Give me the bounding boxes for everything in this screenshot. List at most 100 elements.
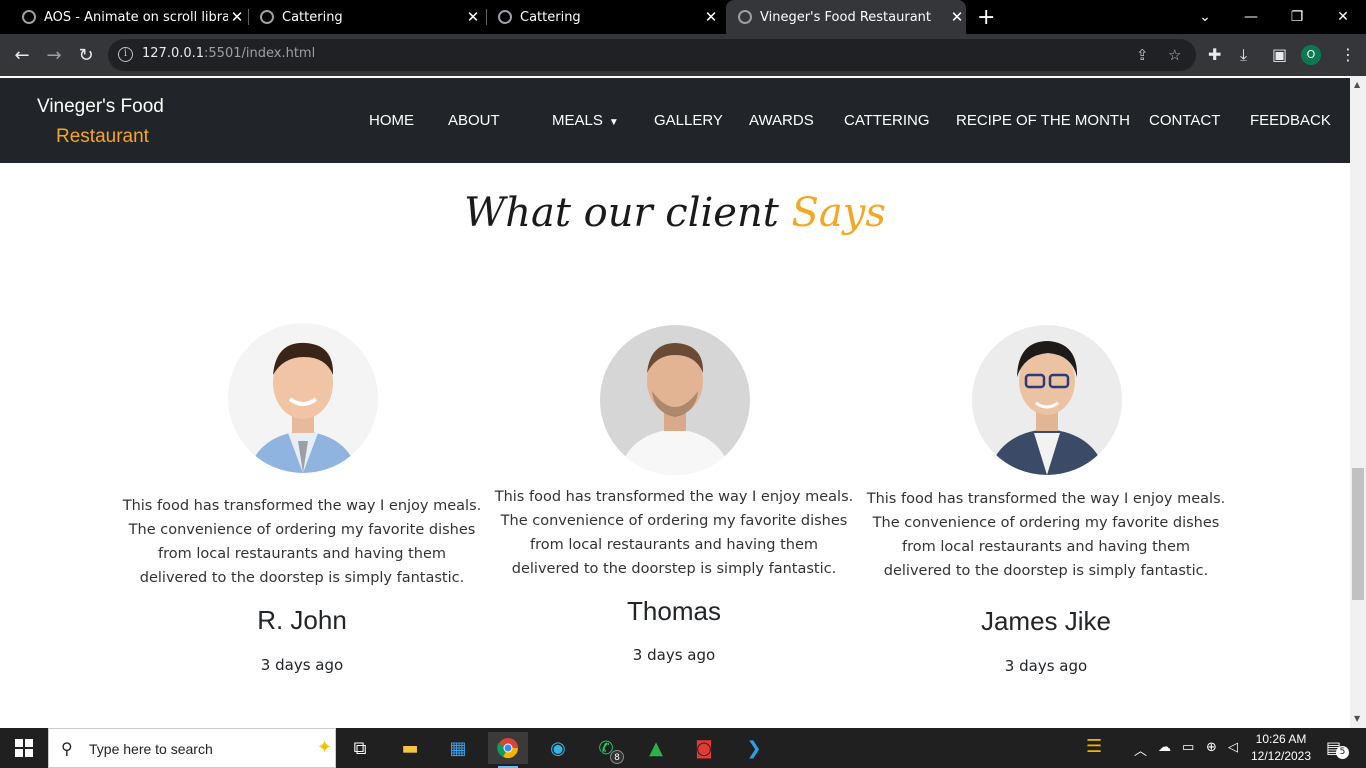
address-bar[interactable]: i 127.0.0.1:5501/index.html ⇪ ☆ bbox=[108, 39, 1196, 71]
testimonial-card: This food has transformed the way I enjo… bbox=[494, 323, 854, 683]
clock-time: 10:26 AM bbox=[1255, 732, 1307, 746]
chrome-icon[interactable] bbox=[488, 732, 528, 768]
browser-tab[interactable]: Cattering ✕ bbox=[252, 0, 482, 34]
nav-feedback[interactable]: FEEDBACK bbox=[1250, 112, 1331, 129]
taskbar-search[interactable]: ⚲ Type here to search ✦ bbox=[48, 728, 336, 768]
battery-icon[interactable]: ▭ bbox=[1182, 740, 1194, 755]
search-highlight-icon: ✦ bbox=[317, 737, 333, 758]
nav-meals[interactable]: MEALS ▼ bbox=[552, 112, 619, 129]
testimonial-quote: This food has transformed the way I enjo… bbox=[866, 491, 1226, 579]
browser-toolbar: ← → ↻ i 127.0.0.1:5501/index.html ⇪ ☆ ✚ … bbox=[0, 34, 1366, 76]
task-view-icon[interactable]: ⧉ bbox=[340, 732, 380, 764]
tab-title: Vineger's Food Restaurant bbox=[760, 9, 932, 25]
review-time: 3 days ago bbox=[632, 646, 716, 664]
web-page: Vineger's Food Restaurant HOME ABOUT MEA… bbox=[0, 76, 1350, 728]
share-icon[interactable]: ⇪ bbox=[1136, 46, 1149, 64]
browser-tab-active[interactable]: Vineger's Food Restaurant ✕ bbox=[726, 0, 966, 34]
site-info-icon[interactable]: i bbox=[118, 47, 133, 62]
nav-recipe-of-the-month[interactable]: RECIPE OF THE MONTH bbox=[956, 112, 1130, 129]
forward-arrow-icon[interactable]: → bbox=[42, 43, 66, 67]
heading-accent: Says bbox=[791, 190, 886, 236]
minimize-button[interactable]: — bbox=[1228, 0, 1274, 34]
restore-button[interactable]: ❐ bbox=[1274, 0, 1320, 34]
volume-icon[interactable]: ◁ bbox=[1228, 740, 1238, 755]
client-name: R. John bbox=[257, 605, 347, 635]
nav-meals-label: MEALS bbox=[552, 112, 603, 129]
review-time: 3 days ago bbox=[1004, 657, 1088, 675]
cloud-offline-icon[interactable]: ☁ bbox=[1158, 740, 1171, 755]
nav-about[interactable]: ABOUT bbox=[448, 112, 500, 129]
scroll-up-arrow-icon[interactable]: ▲ bbox=[1354, 80, 1360, 89]
globe-icon bbox=[498, 10, 512, 24]
nav-home[interactable]: HOME bbox=[369, 112, 414, 129]
microsoft-store-icon[interactable]: ▦ bbox=[438, 732, 478, 764]
chevron-up-icon[interactable]: ︿ bbox=[1134, 740, 1147, 759]
tab-separator bbox=[248, 9, 249, 25]
caret-down-icon: ▼ bbox=[608, 117, 619, 128]
close-tab-icon[interactable]: ✕ bbox=[228, 8, 246, 26]
notification-badge: 8 bbox=[610, 750, 624, 764]
side-panel-icon[interactable]: ▣ bbox=[1272, 45, 1287, 64]
back-arrow-icon[interactable]: ← bbox=[10, 43, 34, 67]
tab-title: Cattering bbox=[520, 9, 581, 25]
extensions-icon[interactable]: ✚ bbox=[1208, 45, 1221, 64]
clock[interactable]: 10:26 AM 12/12/2023 bbox=[1246, 731, 1316, 765]
client-photo bbox=[972, 325, 1122, 475]
profile-avatar[interactable]: O bbox=[1301, 45, 1321, 65]
edge-icon[interactable]: ◉ bbox=[538, 732, 578, 764]
tab-search-icon[interactable]: ⌄ bbox=[1182, 0, 1228, 34]
clock-date: 12/12/2023 bbox=[1250, 749, 1312, 763]
download-icon[interactable]: ⤓ bbox=[1240, 45, 1247, 65]
review-time: 3 days ago bbox=[260, 656, 344, 674]
client-name: Thomas bbox=[627, 596, 721, 626]
globe-icon bbox=[738, 10, 752, 24]
nav-contact[interactable]: CONTACT bbox=[1149, 112, 1220, 129]
nav-gallery[interactable]: GALLERY bbox=[654, 112, 723, 129]
tab-title: Cattering bbox=[282, 9, 343, 25]
screen-recorder-icon[interactable]: ◙ bbox=[684, 732, 724, 764]
browser-tab[interactable]: AOS - Animate on scroll library ✕ bbox=[14, 0, 246, 34]
scrollbar-thumb[interactable] bbox=[1352, 468, 1364, 600]
heading-main: What our client bbox=[464, 190, 779, 236]
site-navbar: Vineger's Food Restaurant HOME ABOUT MEA… bbox=[0, 78, 1350, 163]
url-text[interactable]: 127.0.0.1:5501/index.html bbox=[142, 46, 315, 61]
client-photo bbox=[228, 323, 378, 473]
close-tab-icon[interactable]: ✕ bbox=[948, 8, 966, 26]
brand-name[interactable]: Vineger's Food bbox=[37, 96, 164, 118]
search-placeholder: Type here to search bbox=[89, 741, 213, 757]
browser-tab-strip: AOS - Animate on scroll library ✕ Catter… bbox=[0, 0, 1366, 34]
reload-icon[interactable]: ↻ bbox=[74, 43, 98, 67]
client-photo bbox=[600, 325, 750, 475]
bookmark-star-icon[interactable]: ☆ bbox=[1168, 46, 1181, 64]
notification-count: 5 bbox=[1336, 746, 1349, 759]
globe-icon bbox=[22, 10, 36, 24]
vscode-icon[interactable]: ❯ bbox=[734, 732, 774, 764]
more-menu-icon[interactable]: ⋮ bbox=[1340, 45, 1356, 64]
close-tab-icon[interactable]: ✕ bbox=[702, 8, 720, 26]
weather-icon[interactable]: ☰ bbox=[1086, 736, 1102, 757]
tab-title: AOS - Animate on scroll library bbox=[44, 9, 228, 25]
whatsapp-icon[interactable]: ✆ 8 bbox=[586, 732, 626, 764]
network-globe-icon[interactable]: ⊕ bbox=[1206, 740, 1217, 755]
start-button[interactable] bbox=[0, 728, 48, 768]
new-tab-button[interactable]: + bbox=[977, 5, 995, 30]
testimonial-card: This food has transformed the way I enjo… bbox=[122, 323, 482, 683]
testimonial-quote: This food has transformed the way I enjo… bbox=[122, 498, 482, 586]
close-tab-icon[interactable]: ✕ bbox=[464, 8, 482, 26]
brand-name-accent[interactable]: Restaurant bbox=[56, 126, 149, 148]
testimonial-card: This food has transformed the way I enjo… bbox=[866, 323, 1226, 683]
windows-taskbar: ⚲ Type here to search ✦ ⧉ ▬ ▦ ◉ ✆ 8 ▲ ◙ ❯… bbox=[0, 728, 1366, 768]
stock-chart-app-icon[interactable]: ▲ bbox=[636, 732, 676, 764]
nav-awards[interactable]: AWARDS bbox=[749, 112, 814, 129]
file-explorer-icon[interactable]: ▬ bbox=[390, 732, 430, 764]
client-name: James Jike bbox=[980, 606, 1112, 636]
notification-center-icon[interactable]: ▤ 5 bbox=[1326, 738, 1349, 759]
windows-logo-icon bbox=[15, 739, 33, 757]
nav-cattering[interactable]: CATTERING bbox=[844, 112, 930, 129]
page-scrollbar[interactable]: ▲ ▼ bbox=[1350, 76, 1366, 728]
scroll-down-arrow-icon[interactable]: ▼ bbox=[1354, 714, 1360, 723]
browser-tab[interactable]: Cattering ✕ bbox=[490, 0, 720, 34]
close-window-button[interactable]: ✕ bbox=[1320, 0, 1366, 34]
tab-separator bbox=[486, 9, 487, 25]
globe-icon bbox=[260, 10, 274, 24]
